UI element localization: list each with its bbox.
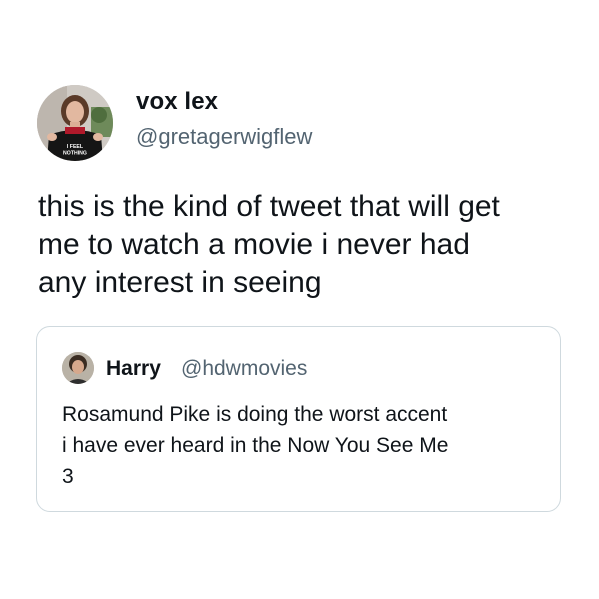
avatar-photo: I FEEL NOTHING [37,85,113,161]
tweet-text-line: me to watch a movie i never had [38,228,470,261]
user-handle[interactable]: @gretagerwigflew [136,124,312,150]
quoted-tweet-card[interactable]: Harry @hdwmovies Rosamund Pike is doing … [36,326,561,512]
quoted-avatar-photo [62,352,94,384]
tweet-text-line: this is the kind of tweet that will get [38,190,500,223]
quoted-text-line: 3 [62,465,74,488]
tweet-text-line: any interest in seeing [38,266,322,299]
avatar-shirt-text-1: I FEEL [67,144,84,150]
quoted-user-handle[interactable]: @hdwmovies [181,357,307,381]
quoted-tweet-text: Rosamund Pike is doing the worst accent … [62,399,547,492]
quoted-text-line: Rosamund Pike is doing the worst accent [62,403,448,426]
quoted-display-name[interactable]: Harry [106,357,161,381]
quoted-avatar[interactable] [62,352,94,384]
tweet-text: this is the kind of tweet that will get … [38,188,578,302]
avatar[interactable]: I FEEL NOTHING [37,85,113,161]
display-name[interactable]: vox lex [136,88,218,116]
avatar-shirt-text-2: NOTHING [63,151,87,157]
quoted-text-line: i have ever heard in the Now You See Me [62,434,449,457]
